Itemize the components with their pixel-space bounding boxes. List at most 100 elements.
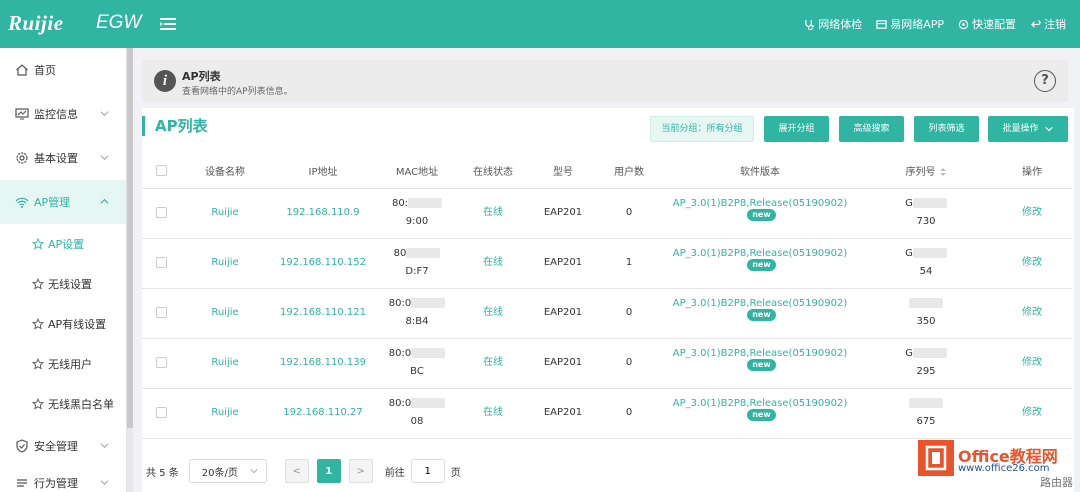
total-count: 共 5 条	[146, 467, 179, 479]
serial-number-cell: G 295	[860, 338, 992, 389]
list-filter-button[interactable]: 列表筛选	[914, 116, 979, 142]
sidebar-item-behavior[interactable]: 行为管理	[0, 468, 126, 492]
sidebar-item-label: 行为管理	[34, 477, 78, 490]
advanced-search-button[interactable]: 高级搜索	[839, 116, 904, 142]
device-name-cell: Ruijie	[180, 238, 270, 289]
sidebar-item-basic-settings[interactable]: 基本设置	[0, 136, 126, 180]
prev-page-button[interactable]: <	[284, 459, 309, 483]
app-link[interactable]: 易网络APP	[876, 16, 944, 32]
app-icon	[876, 19, 887, 29]
sidebar-sub-item-wireless-users[interactable]: 无线用户	[0, 344, 126, 384]
help-icon[interactable]: ?	[1034, 70, 1056, 92]
column-header: 用户数	[598, 154, 660, 189]
sidebar-item-label: 基本设置	[34, 152, 78, 165]
network-check-link[interactable]: 网络体检	[804, 16, 862, 32]
select-all-checkbox[interactable]	[155, 165, 167, 176]
serial-number-cell: G 730	[860, 188, 992, 239]
sidebar-sub-item-ap-wired-settings[interactable]: AP有线设置	[0, 304, 126, 344]
stethoscope-icon	[805, 19, 815, 30]
mac-address-cell: 80:0 8:B4	[376, 288, 458, 339]
chevron-down-icon	[1045, 126, 1054, 131]
sidebar-item-monitor[interactable]: 监控信息	[0, 92, 126, 136]
chevron-down-icon	[100, 443, 109, 449]
software-version-link[interactable]: AP_3.0(1)B2P8,Release(05190902)	[673, 248, 848, 259]
software-version-cell: AP_3.0(1)B2P8,Release(05190902)new	[660, 338, 860, 389]
scrollbar-thumb[interactable]	[127, 48, 133, 428]
brand-logo[interactable]: Ruijie	[8, 11, 64, 36]
mac-address-part: 08	[410, 416, 424, 427]
row-checkbox[interactable]	[155, 356, 167, 368]
mac-address-cell: 80:0 08	[376, 388, 458, 439]
table-row: Ruijie 192.168.110.27 80:0 08 在线 EAP201 0 AP_3.…	[142, 388, 1072, 439]
edit-link[interactable]: 修改	[1022, 307, 1042, 318]
mac-address-cell: 80: 9:00	[376, 188, 458, 239]
column-header: 型号	[528, 154, 598, 189]
redacted-block	[909, 298, 943, 308]
sidebar-item-home[interactable]: 首页	[0, 48, 126, 92]
sidebar-item-label: AP管理	[34, 196, 71, 209]
software-version-link[interactable]: AP_3.0(1)B2P8,Release(05190902)	[673, 298, 848, 309]
user-count-cell: 0	[598, 188, 660, 239]
info-description: 查看网络中的AP列表信息。	[182, 87, 293, 97]
software-version-link[interactable]: AP_3.0(1)B2P8,Release(05190902)	[673, 398, 848, 409]
row-select-cell	[142, 388, 180, 439]
row-checkbox[interactable]	[155, 406, 167, 418]
row-select-cell	[142, 188, 180, 239]
star-icon	[32, 318, 44, 330]
chevron-down-icon	[100, 480, 109, 486]
edit-link[interactable]: 修改	[1022, 257, 1042, 268]
model-cell: EAP201	[528, 388, 598, 439]
row-checkbox[interactable]	[155, 206, 167, 218]
column-header: 在线状态	[458, 154, 528, 189]
sort-icon[interactable]	[939, 167, 947, 177]
edit-link[interactable]: 修改	[1022, 207, 1042, 218]
new-badge: new	[747, 209, 776, 221]
batch-operation-button[interactable]: 批量操作	[988, 116, 1068, 142]
next-page-button[interactable]: >	[348, 459, 373, 483]
expand-group-button[interactable]: 展开分组	[764, 116, 829, 142]
row-checkbox[interactable]	[155, 256, 167, 268]
model-cell: EAP201	[528, 238, 598, 289]
software-version-link[interactable]: AP_3.0(1)B2P8,Release(05190902)	[673, 198, 848, 209]
edit-link[interactable]: 修改	[1022, 407, 1042, 418]
redacted-block	[912, 248, 947, 258]
ap-list-panel: AP列表 当前分组：所有分组 展开分组 高级搜索 列表筛选 批量操作 设备名称 …	[142, 108, 1074, 492]
user-count-cell: 0	[598, 288, 660, 339]
page-size-select[interactable]: 20条/页	[188, 459, 267, 483]
chevron-down-icon	[100, 155, 109, 161]
software-version-cell: AP_3.0(1)B2P8,Release(05190902)new	[660, 238, 860, 289]
sidebar-sub-item-wireless-settings[interactable]: 无线设置	[0, 264, 126, 304]
new-badge: new	[747, 359, 776, 371]
menu-toggle-icon[interactable]	[159, 15, 177, 33]
sidebar-item-ap-management[interactable]: AP管理	[0, 180, 126, 224]
column-header-sortable[interactable]: 序列号	[860, 154, 992, 189]
sidebar-item-security[interactable]: 安全管理	[0, 424, 126, 468]
chevron-down-icon	[100, 111, 109, 117]
ap-table: 设备名称 IP地址 MAC地址 在线状态 型号 用户数 软件版本 序列号 操作 …	[142, 154, 1072, 439]
mac-address-part: D:F7	[405, 266, 429, 277]
row-select-cell	[142, 338, 180, 389]
action-cell: 修改	[992, 238, 1072, 289]
behavior-icon	[15, 476, 29, 490]
sidebar-sub-item-label: 无线黑白名单	[48, 398, 114, 411]
logout-link[interactable]: 注销	[1030, 16, 1066, 32]
new-badge: new	[747, 309, 776, 321]
page-number-current[interactable]: 1	[316, 459, 341, 483]
header-links: 网络体检 易网络APP 快速配置 注销	[804, 16, 1066, 32]
software-version-link[interactable]: AP_3.0(1)B2P8,Release(05190902)	[673, 348, 848, 359]
sidebar-sub-item-ap-settings[interactable]: AP设置	[0, 224, 126, 264]
quick-config-link[interactable]: 快速配置	[958, 16, 1016, 32]
goto-page-input[interactable]	[410, 459, 445, 483]
redacted-block	[408, 198, 443, 208]
sidebar-sub-item-wireless-blacklist[interactable]: 无线黑白名单	[0, 384, 126, 424]
sidebar-scrollbar[interactable]	[127, 48, 133, 492]
mac-address-part: 80:	[391, 198, 409, 209]
ip-address-cell: 192.168.110.121	[270, 288, 376, 339]
device-name-cell: Ruijie	[180, 388, 270, 439]
ip-address-cell: 192.168.110.9	[270, 188, 376, 239]
watermark-url: www.office26.com	[958, 463, 1050, 474]
row-checkbox[interactable]	[155, 306, 167, 318]
user-count-cell: 1	[598, 238, 660, 289]
edit-link[interactable]: 修改	[1022, 357, 1042, 368]
mac-address-part: 8:B4	[405, 316, 429, 327]
